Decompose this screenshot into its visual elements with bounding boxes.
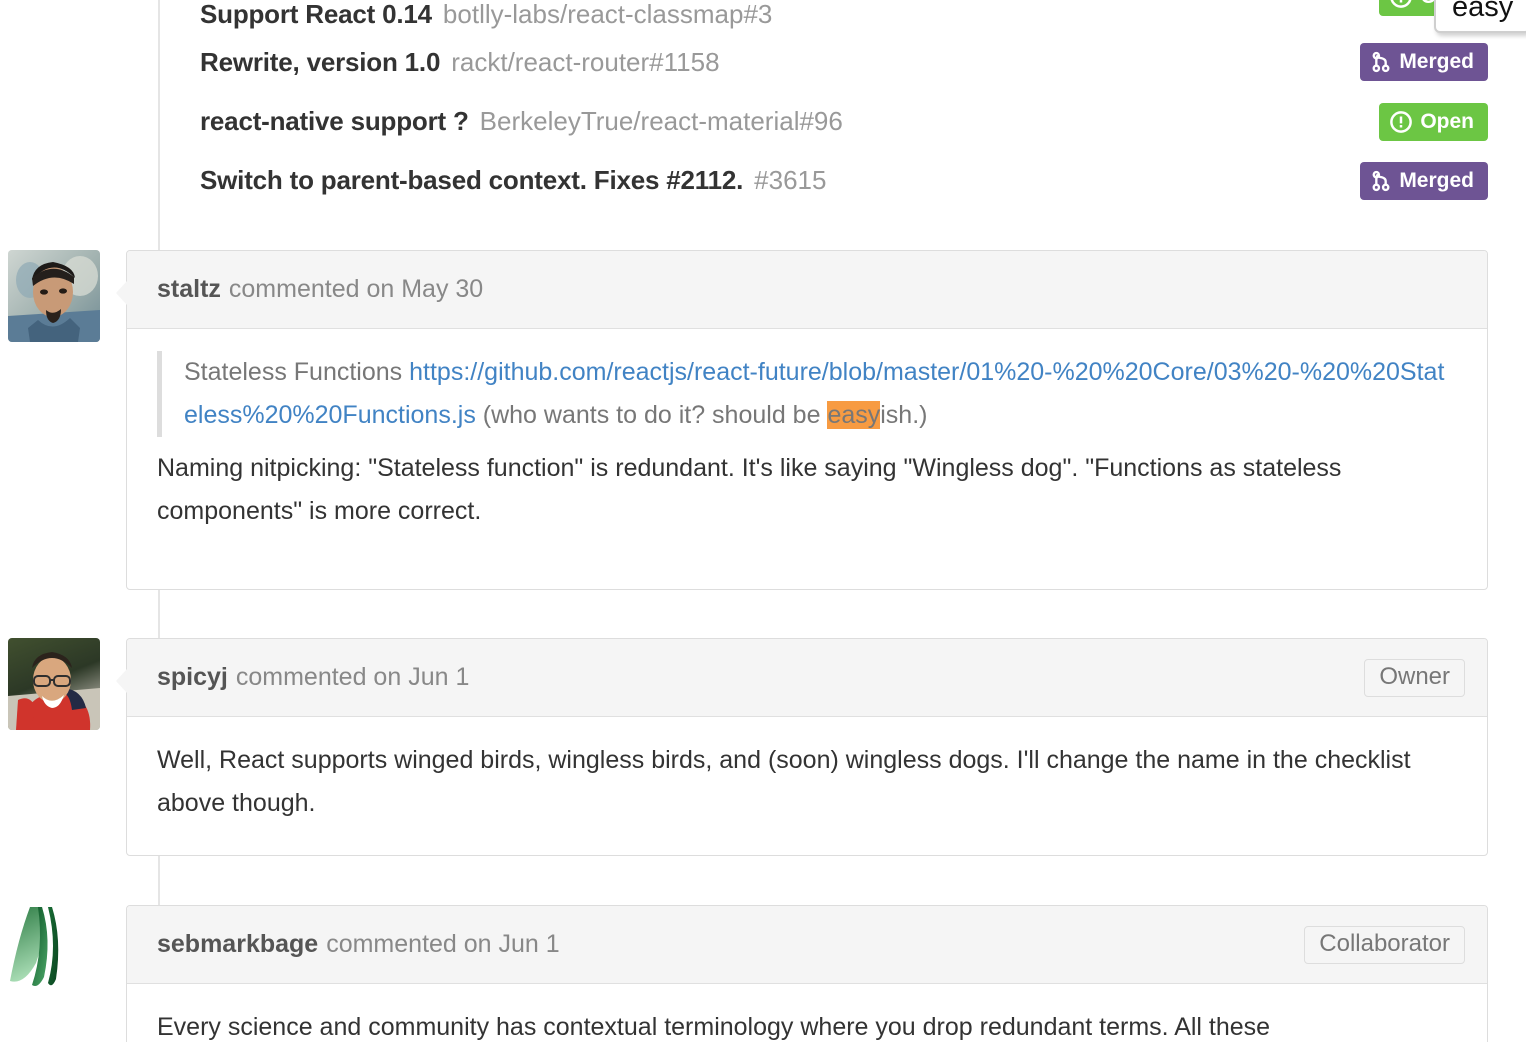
cross-reference-row[interactable]: Switch to parent-based context. Fixes #2… — [200, 150, 1488, 210]
comment-timestamp[interactable]: commented on Jun 1 — [236, 663, 469, 692]
comment-body: Every science and community has contextu… — [127, 984, 1487, 1042]
issue-opened-icon — [1390, 0, 1412, 8]
cross-reference-ref[interactable]: #3615 — [754, 165, 826, 196]
cross-reference-title[interactable]: Switch to parent-based context. Fixes #2… — [200, 165, 743, 196]
author-association-badge: Collaborator — [1304, 925, 1465, 964]
author-association-badge: Owner — [1364, 658, 1465, 697]
cross-reference-title[interactable]: Rewrite, version 1.0 — [200, 47, 440, 78]
cross-reference-ref[interactable]: rackt/react-router#1158 — [451, 47, 719, 78]
label-tooltip-text: easy — [1452, 0, 1514, 23]
comment-text: Every science and community has contextu… — [157, 1013, 1271, 1041]
avatar[interactable] — [8, 905, 100, 997]
timeline-rail — [158, 590, 160, 640]
timeline-rail — [158, 856, 160, 906]
comment-author[interactable]: spicyj — [157, 663, 228, 692]
comment-staltz: staltz commented on May 30 Stateless Fun… — [115, 250, 1488, 590]
timeline-rail — [158, 0, 160, 224]
comment-header: sebmarkbage commented on Jun 1 Collabora… — [127, 906, 1487, 984]
status-badge-merged[interactable]: Merged — [1360, 162, 1488, 200]
status-badge-label: Merged — [1399, 50, 1474, 73]
comment-header: spicyj commented on Jun 1 Owner — [115, 639, 1487, 717]
cross-reference-row[interactable]: react-native support ? BerkeleyTrue/reac… — [200, 91, 1488, 151]
comment-author[interactable]: staltz — [157, 275, 221, 304]
git-merge-icon — [1372, 170, 1390, 192]
bubble-arrow — [126, 936, 127, 960]
leaf-avatar-sebmarkbage — [8, 905, 100, 997]
comment-header: staltz commented on May 30 — [115, 251, 1487, 329]
cross-reference-ref[interactable]: botlly-labs/react-classmap#3 — [443, 0, 772, 30]
cross-reference-list: Support React 0.14 botlly-labs/react-cla… — [0, 0, 1526, 224]
bubble-arrow — [116, 281, 127, 305]
avatar[interactable] — [8, 638, 100, 730]
issue-thread-page: Support React 0.14 botlly-labs/react-cla… — [0, 0, 1526, 1042]
status-badge-label: Merged — [1399, 169, 1474, 192]
photo-avatar-spicyj — [8, 638, 100, 730]
comment-body: Stateless Functions https://github.com/r… — [127, 329, 1487, 559]
comment-body: Well, React supports winged birds, wingl… — [127, 717, 1487, 851]
status-badge-merged[interactable]: Merged — [1360, 43, 1488, 81]
quote-lead: Stateless Functions — [184, 358, 410, 386]
bubble-arrow — [116, 669, 127, 693]
comment-sebmarkbage: sebmarkbage commented on Jun 1 Collabora… — [126, 905, 1488, 1042]
comment-timestamp[interactable]: commented on Jun 1 — [326, 930, 559, 959]
comment-text: Naming nitpicking: "Stateless function" … — [157, 454, 1342, 525]
comment-timestamp[interactable]: commented on May 30 — [229, 275, 483, 304]
issue-opened-icon — [1390, 111, 1413, 133]
quote-tail-before: (who wants to do it? should be — [475, 401, 828, 429]
cross-reference-ref[interactable]: BerkeleyTrue/react-material#96 — [480, 106, 843, 137]
search-highlight: easy — [827, 401, 881, 429]
cross-reference-row[interactable]: Rewrite, version 1.0 rackt/react-router#… — [200, 32, 1488, 92]
cross-reference-title[interactable]: Support React 0.14 — [200, 0, 432, 30]
status-badge-label: Open — [1420, 110, 1474, 133]
git-merge-icon — [1372, 51, 1390, 73]
comment-spicyj: spicyj commented on Jun 1 Owner Well, Re… — [115, 638, 1488, 856]
comment-author[interactable]: sebmarkbage — [157, 930, 318, 959]
status-badge-open[interactable]: Open — [1379, 103, 1488, 141]
cross-reference-title[interactable]: react-native support ? — [200, 106, 469, 137]
label-tooltip: easy — [1434, 0, 1526, 33]
avatar[interactable] — [8, 250, 100, 342]
comment-text: Well, React supports winged birds, wingl… — [157, 746, 1411, 817]
photo-avatar-staltz — [8, 250, 100, 342]
quote-tail-after: ish.) — [880, 401, 928, 429]
quoted-text: Stateless Functions https://github.com/r… — [157, 351, 1457, 437]
